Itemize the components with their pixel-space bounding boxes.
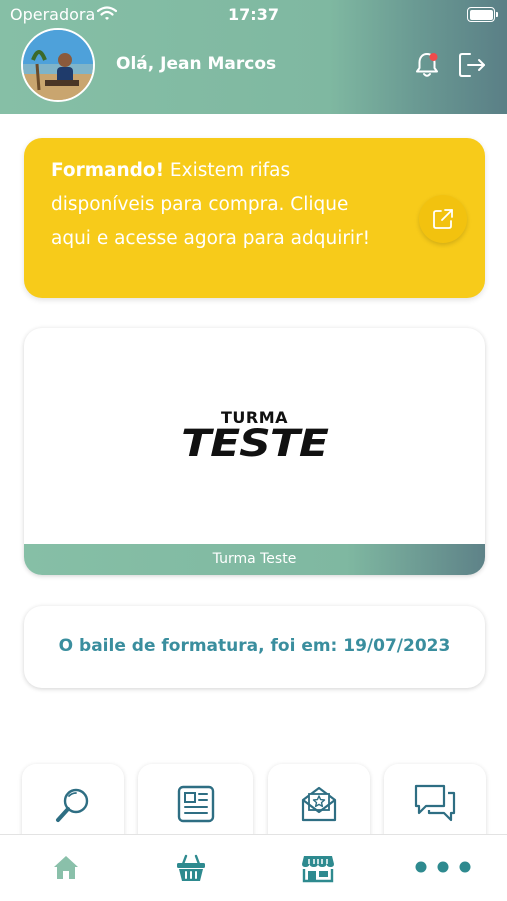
basket-icon[interactable]	[175, 853, 207, 883]
avatar-photo	[23, 30, 93, 100]
class-card[interactable]: TURMA TESTE Turma Teste	[24, 328, 485, 575]
notification-bell-icon[interactable]	[412, 50, 442, 80]
more-dots-icon[interactable]	[415, 861, 471, 873]
raffle-banner[interactable]: Formando! Existem rifas disponíveis para…	[24, 138, 485, 298]
prom-date-card: O baile de formatura, foi em: 19/07/2023	[24, 606, 485, 688]
raffle-banner-text: Formando! Existem rifas disponíveis para…	[51, 154, 381, 256]
prom-date-text: O baile de formatura, foi em: 19/07/2023	[58, 636, 451, 656]
logout-icon[interactable]	[456, 50, 488, 80]
newspaper-icon	[177, 785, 215, 823]
status-bar: Operadora 17:37	[0, 0, 507, 30]
bottom-tab-bar	[0, 834, 507, 901]
greeting-text: Olá, Jean Marcos	[116, 54, 277, 74]
search-icon	[56, 788, 89, 822]
avatar[interactable]	[21, 28, 95, 102]
clock: 17:37	[228, 5, 279, 24]
store-icon[interactable]	[301, 853, 335, 883]
raffle-banner-bold: Formando!	[51, 160, 165, 181]
chat-bubbles-icon	[414, 784, 456, 822]
class-logo-big: TESTE	[181, 421, 329, 466]
home-icon[interactable]	[52, 853, 80, 881]
envelope-star-icon	[301, 786, 337, 822]
app-header: Operadora 17:37 Olá, Jean Marcos	[0, 0, 507, 114]
battery-icon	[467, 7, 498, 22]
open-raffles-button[interactable]	[419, 195, 467, 243]
class-card-caption: Turma Teste	[24, 544, 485, 575]
external-link-icon	[433, 209, 453, 229]
